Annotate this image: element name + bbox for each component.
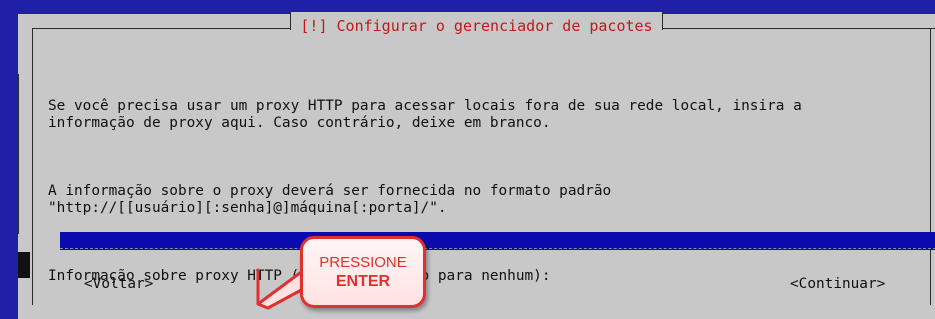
package-manager-dialog: [!] Configurar o gerenciador de pacotes …: [18, 12, 935, 319]
callout-text-press: PRESSIONE: [319, 253, 407, 271]
continue-button[interactable]: <Continuar>: [790, 276, 885, 292]
dialog-shadow-block: [18, 252, 30, 278]
backdrop-left-strip: [0, 0, 18, 319]
dialog-title: [!] Configurar o gerenciador de pacotes: [300, 17, 653, 35]
proxy-format-hint: A informação sobre o proxy deverá ser fo…: [48, 183, 612, 216]
dialog-title-bar: [!] Configurar o gerenciador de pacotes: [18, 12, 935, 44]
dialog-title-box: [!] Configurar o gerenciador de pacotes: [290, 12, 663, 35]
dialog-frame-right: [930, 28, 931, 305]
proxy-explanation: Se você precisa usar um proxy HTTP para …: [48, 98, 802, 131]
callout-text-enter: ENTER: [335, 272, 391, 290]
back-button[interactable]: <Voltar>: [84, 276, 153, 292]
callout-box: PRESSIONE ENTER: [300, 236, 426, 308]
press-enter-callout: PRESSIONE ENTER: [250, 226, 430, 316]
input-underline: [60, 248, 935, 249]
dialog-shadow-edge: [18, 74, 29, 234]
